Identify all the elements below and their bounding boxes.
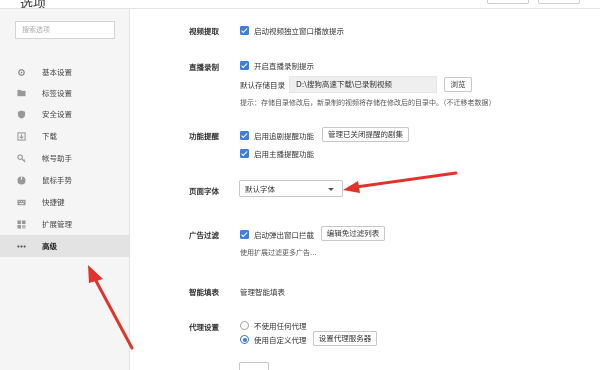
sidebar-item-extensions[interactable]: 扩展管理 bbox=[0, 213, 130, 235]
download-icon bbox=[17, 132, 26, 141]
extension-icon bbox=[17, 220, 26, 229]
shield-icon bbox=[17, 110, 26, 119]
sidebar-item-advanced[interactable]: 高级 bbox=[0, 235, 130, 257]
sidebar-item-label: 扩展管理 bbox=[42, 220, 72, 229]
sidebar: 搜索选项 基本设置 标签设置 安全设置 下载 帐号助手 鼠标手势 快捷键 扩展管… bbox=[0, 9, 130, 370]
partial-bottom-button[interactable] bbox=[239, 362, 269, 370]
edit-filter-list-button[interactable]: 编辑免过滤列表 bbox=[321, 226, 385, 241]
smart-fill-label: 智能填表 bbox=[189, 288, 219, 297]
feature-remind-label: 功能提醒 bbox=[189, 132, 219, 141]
title-bar-button[interactable] bbox=[487, 0, 529, 4]
anchor-remind-checkbox[interactable] bbox=[240, 149, 249, 158]
sidebar-item-label: 下载 bbox=[42, 132, 57, 141]
video-pick-option: 启动视频独立窗口播放提示 bbox=[254, 27, 344, 36]
search-input[interactable]: 搜索选项 bbox=[15, 21, 115, 39]
tab-icon bbox=[17, 89, 26, 97]
sidebar-item-mouse-gesture[interactable]: 鼠标手势 bbox=[0, 169, 130, 191]
custom-proxy-radio[interactable] bbox=[240, 335, 249, 344]
ad-filter-label: 广告过滤 bbox=[189, 231, 219, 240]
drama-remind-option: 启用追剧提醒功能 bbox=[254, 132, 314, 141]
popup-block-option: 启动弹出窗口拦截 bbox=[254, 231, 314, 240]
setup-proxy-server-button[interactable]: 设置代理服务器 bbox=[313, 331, 377, 346]
sidebar-item-label: 快捷键 bbox=[42, 198, 65, 207]
live-record-option: 开启直播录制提示 bbox=[254, 62, 314, 71]
anchor-remind-option: 启用主播提醒功能 bbox=[254, 150, 314, 159]
drama-remind-checkbox[interactable] bbox=[240, 131, 249, 140]
sidebar-item-label: 安全设置 bbox=[42, 110, 72, 119]
popup-block-checkbox[interactable] bbox=[240, 230, 249, 239]
no-proxy-radio[interactable] bbox=[240, 321, 249, 330]
sidebar-item-tabs[interactable]: 标签设置 bbox=[0, 82, 130, 104]
no-proxy-option: 不使用任何代理 bbox=[254, 322, 307, 331]
live-record-label: 直播录制 bbox=[189, 63, 219, 72]
sidebar-item-account[interactable]: 帐号助手 bbox=[0, 147, 130, 169]
storage-dir-field[interactable]: D:\搜狗高速下载\已录制视频 bbox=[289, 76, 437, 93]
sidebar-item-label: 基本设置 bbox=[42, 68, 72, 77]
keyboard-icon bbox=[17, 199, 26, 206]
gear-icon bbox=[18, 69, 25, 76]
sidebar-item-label: 高级 bbox=[42, 242, 57, 251]
annotation-arrow-right-head bbox=[343, 181, 360, 193]
window-title: 选项 bbox=[20, 0, 47, 9]
page-font-label: 页面字体 bbox=[189, 187, 219, 196]
video-pick-label: 视频提取 bbox=[189, 27, 219, 36]
live-record-checkbox[interactable] bbox=[240, 61, 249, 70]
sidebar-item-download[interactable]: 下载 bbox=[0, 125, 130, 147]
sidebar-item-basic[interactable]: 基本设置 bbox=[0, 61, 130, 83]
sidebar-item-label: 标签设置 bbox=[42, 89, 72, 98]
font-select[interactable]: 默认字体 bbox=[239, 180, 343, 197]
more-ad-filter-link[interactable]: 使用扩展过滤更多广告... bbox=[240, 248, 317, 258]
sidebar-item-shortcuts[interactable]: 快捷键 bbox=[0, 191, 130, 213]
font-select-value: 默认字体 bbox=[245, 185, 275, 194]
title-bar: 选项 bbox=[0, 0, 600, 9]
annotation-arrow-right-line bbox=[354, 171, 458, 189]
manage-closed-reminders-button[interactable]: 管理已关闭提醒的剧集 bbox=[322, 127, 409, 142]
storage-dir-label: 默认存储目录 bbox=[240, 81, 285, 90]
proxy-label: 代理设置 bbox=[189, 323, 219, 332]
storage-hint: 提示：存储目录修改后，新录制的视频将存储在修改后的目录中。（不迁移老数据） bbox=[240, 99, 496, 107]
mouse-icon bbox=[17, 176, 26, 185]
sidebar-item-label: 鼠标手势 bbox=[42, 176, 72, 185]
browse-button[interactable]: 浏览 bbox=[444, 77, 472, 92]
manage-smart-fill-link[interactable]: 管理智能填表 bbox=[240, 287, 285, 298]
key-icon bbox=[17, 154, 26, 163]
video-pick-checkbox[interactable] bbox=[240, 26, 249, 35]
more-icon bbox=[17, 245, 26, 248]
chevron-down-icon bbox=[328, 188, 334, 191]
title-bar-button[interactable] bbox=[538, 0, 580, 4]
sidebar-item-label: 帐号助手 bbox=[42, 154, 72, 163]
sidebar-item-security[interactable]: 安全设置 bbox=[0, 103, 130, 125]
custom-proxy-option: 使用自定义代理 bbox=[254, 336, 307, 345]
